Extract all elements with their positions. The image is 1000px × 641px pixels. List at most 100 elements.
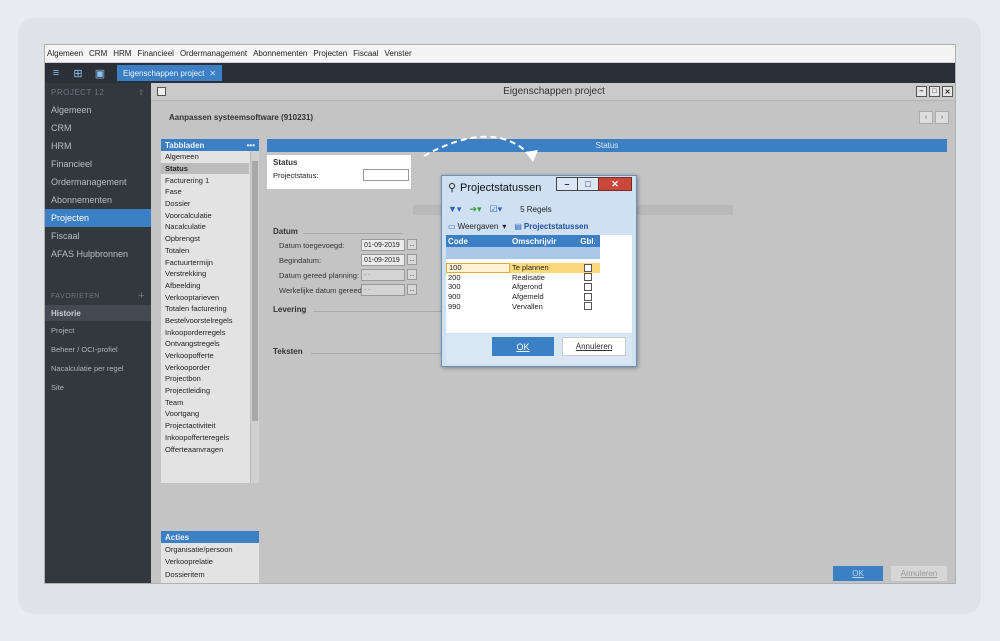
- tabbladen-scrollbar[interactable]: [250, 151, 259, 483]
- tabblad-item[interactable]: Totalen facturering: [161, 303, 249, 315]
- gbl-checkbox[interactable]: [584, 302, 592, 311]
- datum-gereed-planning-picker[interactable]: ...: [407, 269, 417, 280]
- filter-icon[interactable]: ▼▾: [448, 204, 461, 215]
- tabblad-item[interactable]: Verkoopofferte: [161, 350, 249, 362]
- menu-item-fiscaal[interactable]: Fiscaal: [353, 49, 378, 58]
- table-row[interactable]: 100 Te plannen: [446, 263, 600, 273]
- sidebar-item-financieel[interactable]: Financieel: [45, 155, 151, 173]
- actie-item[interactable]: Verkooprelatie: [161, 556, 259, 569]
- tabblad-item[interactable]: Offerteaanvragen: [161, 443, 249, 455]
- sidebar-item-ordermanagement[interactable]: Ordermanagement: [45, 173, 151, 191]
- minimize-icon[interactable]: –: [916, 86, 927, 97]
- menu-item-ordermanagement[interactable]: Ordermanagement: [180, 49, 247, 58]
- tabblad-item[interactable]: Inkoopofferteregels: [161, 432, 249, 444]
- menu-item-hrm[interactable]: HRM: [113, 49, 131, 58]
- tabblad-item[interactable]: Inkooporderregels: [161, 326, 249, 338]
- tabblad-item[interactable]: Totalen: [161, 245, 249, 257]
- next-record-icon[interactable]: ›: [935, 111, 949, 124]
- sidebar-item-hrm[interactable]: HRM: [45, 137, 151, 155]
- sidebar-item-fiscaal[interactable]: Fiscaal: [45, 227, 151, 245]
- tabblad-item[interactable]: Projectactiviteit: [161, 420, 249, 432]
- favorite-item[interactable]: Beheer / OCI-profiel: [45, 340, 151, 359]
- dialog-cancel-button[interactable]: Annuleren: [562, 337, 626, 356]
- tabblad-item[interactable]: Voortgang: [161, 408, 249, 420]
- favorite-item[interactable]: Site: [45, 378, 151, 397]
- tabblad-item[interactable]: Voorcalculatie: [161, 209, 249, 221]
- column-omschrijving[interactable]: Omschrijvir: [510, 235, 576, 247]
- datum-gereed-planning-field[interactable]: - -: [361, 269, 405, 281]
- window-list-icon[interactable]: ▣: [89, 63, 111, 83]
- export-icon[interactable]: ➔▾: [469, 204, 481, 215]
- document-tab-eigenschappen[interactable]: Eigenschappen project ✕: [117, 65, 223, 81]
- gbl-checkbox[interactable]: [584, 282, 592, 291]
- datum-toegevoegd-field[interactable]: 01-09-2019: [361, 239, 405, 251]
- menu-item-venster[interactable]: Venster: [385, 49, 412, 58]
- tabblad-item[interactable]: Afbeelding: [161, 280, 249, 292]
- begindatum-field[interactable]: 01-09-2019: [361, 254, 405, 266]
- begindatum-picker[interactable]: ...: [407, 254, 417, 265]
- tabblad-item[interactable]: Opbrengst: [161, 233, 249, 245]
- grid-filter-row[interactable]: [446, 247, 600, 259]
- gbl-checkbox[interactable]: [584, 263, 592, 272]
- tabblad-item[interactable]: Projectleiding: [161, 385, 249, 397]
- actie-item[interactable]: Organisatie/persoon: [161, 543, 259, 556]
- table-row[interactable]: 900 Afgemeld: [446, 292, 600, 302]
- sidebar-item-algemeen[interactable]: Algemeen: [45, 101, 151, 119]
- dialog-maximize-icon[interactable]: □: [577, 177, 599, 191]
- menu-item-financieel[interactable]: Financieel: [137, 49, 173, 58]
- tabblad-item[interactable]: Factuurtermijn: [161, 256, 249, 268]
- dialog-ok-button[interactable]: OK: [492, 337, 554, 356]
- tabblad-item[interactable]: Status: [161, 162, 249, 175]
- tabblad-item[interactable]: Verkooporder: [161, 361, 249, 373]
- column-gbl[interactable]: Gbl.: [576, 235, 600, 247]
- maximize-icon[interactable]: □: [929, 86, 940, 97]
- more-options-icon[interactable]: •••: [247, 141, 255, 150]
- table-row[interactable]: 200 Realisatie: [446, 273, 600, 283]
- gbl-checkbox[interactable]: [584, 273, 592, 282]
- datum-toegevoegd-picker[interactable]: ...: [407, 239, 417, 250]
- pin-icon[interactable]: ⇧: [138, 88, 145, 97]
- favorite-item[interactable]: Nacalculatie per regel: [45, 359, 151, 378]
- menu-item-crm[interactable]: CRM: [89, 49, 107, 58]
- ok-button[interactable]: OK: [833, 566, 883, 581]
- scrollbar-thumb[interactable]: [252, 161, 258, 421]
- views-chevron-down-icon[interactable]: ▾: [502, 222, 506, 231]
- cancel-button[interactable]: Annuleren: [891, 566, 947, 581]
- dialog-minimize-icon[interactable]: –: [556, 177, 578, 191]
- tabblad-item[interactable]: Fase: [161, 186, 249, 198]
- views-icon[interactable]: ▭: [448, 222, 456, 231]
- dialog-close-icon[interactable]: ✕: [598, 177, 632, 191]
- menu-item-algemeen[interactable]: Algemeen: [47, 49, 83, 58]
- tabblad-item[interactable]: Ontvangstregels: [161, 338, 249, 350]
- projectstatussen-link[interactable]: Projectstatussen: [524, 222, 588, 231]
- tabblad-item[interactable]: Algemeen: [161, 151, 249, 163]
- werkelijke-datum-gereed-picker[interactable]: ...: [407, 284, 417, 295]
- previous-record-icon[interactable]: ‹: [919, 111, 933, 124]
- menu-item-abonnementen[interactable]: Abonnementen: [253, 49, 307, 58]
- favorite-item[interactable]: Project: [45, 321, 151, 340]
- tabblad-item[interactable]: Verkooptarieven: [161, 291, 249, 303]
- close-icon[interactable]: ✕: [942, 86, 953, 97]
- grid-apps-icon[interactable]: ⊞: [67, 63, 89, 83]
- tabblad-item[interactable]: Verstrekking: [161, 268, 249, 280]
- history-tab[interactable]: Historie: [45, 305, 151, 321]
- table-row[interactable]: 300 Afgerond: [446, 282, 600, 292]
- column-code[interactable]: Code: [446, 235, 510, 247]
- werkelijke-datum-gereed-field[interactable]: - -: [361, 284, 405, 296]
- views-dropdown[interactable]: Weergaven: [458, 222, 499, 231]
- hamburger-menu-icon[interactable]: ≡: [45, 63, 67, 83]
- sidebar-item-projecten[interactable]: Projecten: [45, 209, 151, 227]
- sidebar-item-abonnementen[interactable]: Abonnementen: [45, 191, 151, 209]
- tabblad-item[interactable]: Nacalculatie: [161, 221, 249, 233]
- close-tab-icon[interactable]: ✕: [209, 69, 216, 78]
- add-favorite-icon[interactable]: +: [138, 290, 145, 302]
- projectstatus-input[interactable]: [363, 169, 409, 181]
- tabblad-item[interactable]: Projectbon: [161, 373, 249, 385]
- actie-item[interactable]: Dossieritem: [161, 568, 259, 581]
- actie-item[interactable]: Afdrukken projectkaart: [161, 581, 259, 583]
- gbl-checkbox[interactable]: [584, 292, 592, 301]
- select-check-icon[interactable]: ☑▾: [490, 204, 503, 215]
- tabblad-item[interactable]: Facturering 1: [161, 174, 249, 186]
- table-row[interactable]: 990 Vervallen: [446, 301, 600, 311]
- sidebar-item-afas-hulpbronnen[interactable]: AFAS Hulpbronnen: [45, 245, 151, 263]
